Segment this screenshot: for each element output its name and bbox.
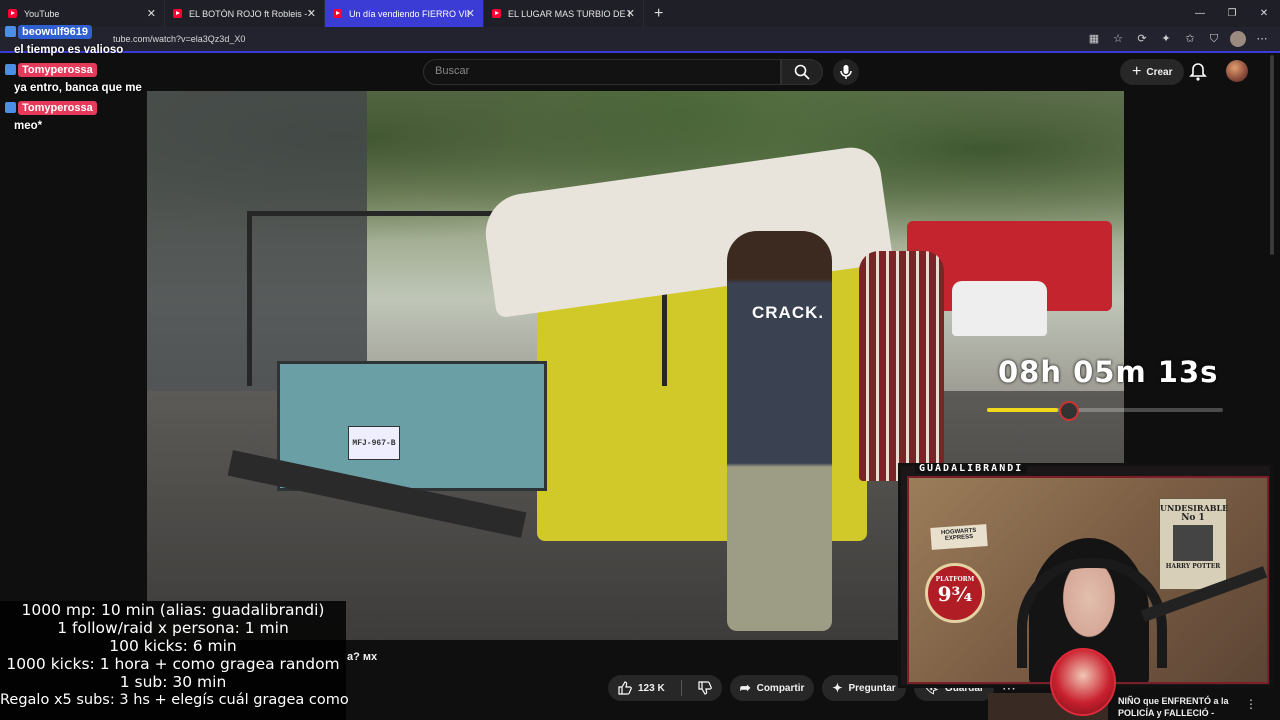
- tab-close-icon[interactable]: ✕: [307, 7, 316, 20]
- tab-fierro-viejo[interactable]: Un día vendiendo FIERRO VIEJO | ✕: [325, 0, 484, 27]
- extensions-icon[interactable]: ✦: [1158, 31, 1174, 47]
- youtube-favicon-icon: [333, 9, 342, 18]
- share-icon: ➦: [739, 680, 751, 695]
- timer-progress-bar: [987, 408, 1223, 412]
- page-scrollbar[interactable]: [1270, 55, 1274, 255]
- poster-name: HARRY POTTER: [1165, 563, 1221, 570]
- rule-line: 1 sub: 30 min: [119, 673, 227, 691]
- browser-tab-bar: YouTube ✕ EL BOTÓN ROJO ft Robleis - You…: [0, 0, 1280, 27]
- rule-line: 1000 mp: 10 min (alias: guadalibrandi): [21, 601, 325, 619]
- video-title: a? мх: [347, 651, 378, 663]
- chat-message: meo*: [14, 120, 43, 132]
- hogwarts-ticket: HOGWARTS EXPRESS: [930, 524, 988, 550]
- chat-overlay: beowulf9619 el tiempo es valioso Tomyper…: [5, 22, 155, 136]
- window-controls: — ❐ ✕: [1184, 0, 1280, 27]
- streamer-name: GUADALIBRANDI: [915, 463, 1028, 474]
- divider: [680, 680, 682, 696]
- like-button[interactable]: 123 K: [608, 675, 675, 701]
- rule-line: Regalo x5 subs: 3 hs + elegís cuál grage…: [0, 692, 349, 708]
- microphone-icon: [840, 65, 852, 79]
- search-button[interactable]: [781, 59, 823, 85]
- streamer-mini-avatar: [1050, 648, 1116, 716]
- youtube-header: Buscar + Crear: [0, 53, 1280, 91]
- search-icon: [794, 64, 810, 80]
- person-striped-shirt: [859, 251, 944, 481]
- recommendation-title[interactable]: NIÑO que ENFRENTÓ a la POLICÍA y FALLECI…: [1118, 695, 1238, 720]
- platform-label: PLATFORM: [935, 576, 975, 583]
- license-plate: MFJ-967-B: [348, 426, 400, 460]
- tab-boton-rojo[interactable]: EL BOTÓN ROJO ft Robleis - YouTu ✕: [165, 0, 325, 27]
- person-crack-shirt: [727, 231, 832, 631]
- close-window-icon[interactable]: ✕: [1248, 0, 1280, 27]
- platform-sign: PLATFORM 9¾: [925, 563, 985, 623]
- shirt-text: CRACK.: [752, 303, 825, 322]
- tab-title: Un día vendiendo FIERRO VIEJO |: [349, 8, 469, 19]
- create-label: Crear: [1146, 66, 1173, 78]
- youtube-favicon-icon: [173, 9, 182, 18]
- create-button[interactable]: + Crear: [1120, 59, 1185, 85]
- apps-icon[interactable]: ▦: [1086, 31, 1102, 47]
- shield-icon[interactable]: ⛉: [1206, 31, 1222, 47]
- youtube-favicon-icon: [492, 9, 501, 18]
- recommendation-more-icon[interactable]: ⋮: [1245, 697, 1257, 711]
- thumbs-up-icon: [618, 681, 632, 695]
- like-dislike-group: 123 K: [608, 675, 722, 701]
- timer-progress-fill: [987, 408, 1058, 412]
- chat-badge-icon: [5, 102, 16, 113]
- subathon-timer: 08h 05m 13s: [998, 355, 1219, 389]
- tab-title: YouTube: [24, 8, 60, 19]
- timer-mascot-icon: [1059, 401, 1079, 421]
- rule-line: 1000 kicks: 1 hora + como gragea random: [6, 655, 340, 673]
- dislike-button[interactable]: [688, 675, 722, 701]
- chat-badge-icon: [5, 26, 16, 37]
- poster-title: UNDESIRABLE: [1160, 503, 1229, 513]
- chat-username: Tomyperossa: [18, 100, 97, 115]
- sparkle-icon: ✦: [832, 681, 843, 695]
- chat-user-row: Tomyperossa: [5, 98, 155, 117]
- ask-button[interactable]: ✦ Preguntar: [822, 675, 906, 701]
- ask-label: Preguntar: [848, 682, 896, 694]
- tab-title: EL LUGAR MAS TURBIO DE BOLIVI: [508, 8, 630, 19]
- tab-lugar-turbio[interactable]: EL LUGAR MAS TURBIO DE BOLIVI ✕: [484, 0, 644, 27]
- address-bar: tube.com/watch?v=ela3Qz3d_X0 ▦ ☆ ⟳ ✦ ✩ ⛉…: [0, 27, 1280, 53]
- like-count: 123 K: [638, 682, 665, 694]
- stream-rules-panel: 1000 mp: 10 min (alias: guadalibrandi) 1…: [0, 601, 349, 720]
- chat-message: ya entro, banca que me: [14, 82, 142, 94]
- chat-username: beowulf9619: [18, 24, 93, 39]
- minimize-icon[interactable]: —: [1184, 0, 1216, 27]
- chat-username: Tomyperossa: [18, 62, 97, 77]
- tab-close-icon[interactable]: ✕: [147, 7, 156, 20]
- profile-avatar[interactable]: [1230, 31, 1246, 47]
- poster-photo: [1173, 525, 1213, 561]
- chat-message: el tiempo es valioso: [14, 44, 124, 56]
- thumbs-down-icon: [698, 681, 712, 695]
- youtube-favicon-icon: [8, 9, 17, 18]
- chat-user-row: Tomyperossa: [5, 60, 155, 79]
- plus-icon: +: [1132, 63, 1142, 80]
- notifications-bell-icon[interactable]: [1188, 62, 1208, 82]
- restore-icon[interactable]: ❐: [1216, 0, 1248, 27]
- voice-search-button[interactable]: [833, 59, 859, 85]
- favorites-icon[interactable]: ✩: [1182, 31, 1198, 47]
- account-avatar[interactable]: [1226, 60, 1248, 82]
- rule-line: 1 follow/raid x persona: 1 min: [57, 619, 289, 637]
- tab-title: EL BOTÓN ROJO ft Robleis - YouTu: [189, 8, 311, 19]
- poster-number: No 1: [1181, 513, 1205, 523]
- share-button[interactable]: ➦ Compartir: [729, 675, 815, 701]
- search-input[interactable]: Buscar: [423, 59, 781, 85]
- new-tab-button[interactable]: +: [654, 5, 663, 23]
- wanted-poster: UNDESIRABLE No 1 HARRY POTTER: [1159, 498, 1229, 590]
- platform-number: 9¾: [937, 582, 973, 606]
- toolbar-icons: ▦ ☆ ⟳ ✦ ✩ ⛉ ⋯: [1086, 31, 1270, 47]
- tab-close-icon[interactable]: ✕: [466, 7, 475, 20]
- tab-close-icon[interactable]: ✕: [626, 7, 635, 20]
- share-label: Compartir: [756, 682, 805, 694]
- chat-badge-icon: [5, 64, 16, 75]
- refresh-icon[interactable]: ⟳: [1134, 31, 1150, 47]
- star-icon[interactable]: ☆: [1110, 31, 1126, 47]
- rule-line: 100 kicks: 6 min: [109, 637, 237, 655]
- menu-icon[interactable]: ⋯: [1254, 31, 1270, 47]
- chat-user-row: beowulf9619: [5, 22, 155, 41]
- car-scene: [952, 281, 1047, 336]
